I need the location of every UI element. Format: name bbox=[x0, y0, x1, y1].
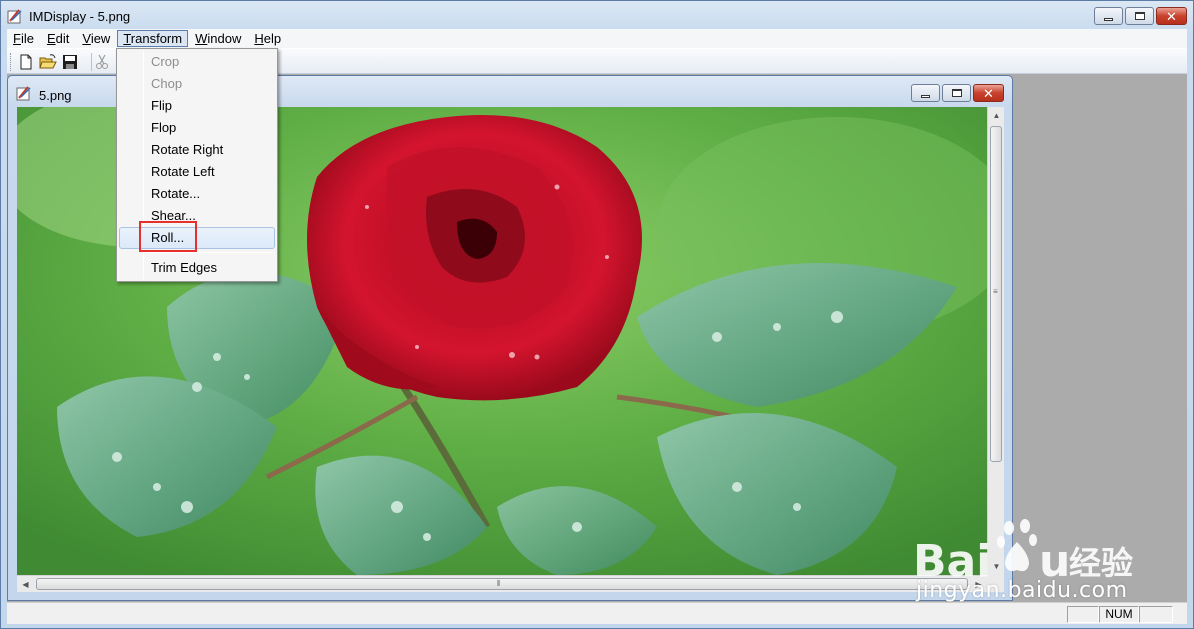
save-disk-icon bbox=[63, 55, 77, 69]
menu-file[interactable]: File bbox=[7, 30, 40, 47]
cut-scissors-icon bbox=[96, 54, 108, 69]
grip-icon: ≡ bbox=[993, 287, 998, 296]
open-folder-icon bbox=[39, 54, 57, 69]
menu-view[interactable]: View bbox=[76, 30, 116, 47]
child-close-button[interactable]: ✕ bbox=[973, 84, 1004, 102]
menu-help-label: elp bbox=[263, 31, 282, 46]
menu-separator bbox=[147, 252, 273, 253]
menu-edit-mnemonic: E bbox=[46, 31, 56, 46]
window-controls: ✕ bbox=[1092, 7, 1187, 25]
window-title: IMDisplay - 5.png bbox=[29, 9, 131, 24]
menu-window-label: indow bbox=[207, 31, 242, 46]
child-minimize-button[interactable] bbox=[911, 84, 940, 102]
menu-help-mnemonic: H bbox=[254, 31, 264, 46]
open-button[interactable] bbox=[39, 53, 57, 71]
grip-icon: ⦀ bbox=[497, 579, 501, 588]
new-button[interactable] bbox=[17, 53, 35, 71]
image-document-icon bbox=[16, 86, 31, 101]
app-window: IMDisplay - 5.png ✕ File Edit View Trans… bbox=[0, 0, 1194, 629]
annotation-highlight-box bbox=[139, 221, 197, 252]
menu-transform-mnemonic: T bbox=[123, 31, 131, 46]
close-icon: ✕ bbox=[983, 85, 994, 101]
menu-view-label: iew bbox=[90, 31, 111, 46]
menu-file-label: ile bbox=[20, 31, 34, 46]
new-file-icon bbox=[20, 54, 32, 70]
vertical-scroll-thumb[interactable]: ≡ bbox=[990, 126, 1002, 462]
menu-edit[interactable]: Edit bbox=[41, 30, 75, 47]
child-window-title: 5.png bbox=[39, 88, 72, 103]
toolbar-grip[interactable] bbox=[10, 53, 13, 71]
menu-item-rotate[interactable]: Rotate... bbox=[119, 183, 275, 205]
horizontal-scrollbar[interactable]: ◀ ⦀ ▶ bbox=[17, 575, 987, 592]
menu-transform-label: ransform bbox=[130, 31, 183, 46]
title-bar[interactable]: IMDisplay - 5.png ✕ bbox=[1, 1, 1193, 31]
menu-window[interactable]: Window bbox=[189, 30, 247, 47]
scroll-up-arrow-icon[interactable]: ▲ bbox=[988, 107, 1005, 124]
minimize-icon bbox=[1104, 17, 1113, 21]
horizontal-scroll-thumb[interactable]: ⦀ bbox=[36, 578, 968, 590]
menu-bar: File Edit View Transform Window Help bbox=[7, 29, 1187, 48]
menu-help[interactable]: Help bbox=[248, 30, 287, 47]
menu-transform[interactable]: Transform bbox=[117, 30, 189, 47]
menu-item-chop[interactable]: Chop bbox=[119, 73, 275, 95]
maximize-icon bbox=[951, 89, 962, 97]
menu-item-trim-edges[interactable]: Trim Edges bbox=[119, 257, 275, 279]
menu-view-mnemonic: V bbox=[82, 31, 91, 46]
child-maximize-button[interactable] bbox=[942, 84, 971, 102]
menu-file-mnemonic: F bbox=[13, 31, 21, 46]
menu-item-flip[interactable]: Flip bbox=[119, 95, 275, 117]
save-button[interactable] bbox=[61, 53, 79, 71]
toolbar-separator bbox=[91, 53, 92, 71]
close-icon: ✕ bbox=[1166, 8, 1177, 24]
cut-button[interactable] bbox=[93, 53, 111, 71]
watermark-url: jingyan.baidu.com bbox=[916, 578, 1128, 603]
watermark-brand-cn: 经验 bbox=[1069, 544, 1133, 582]
menu-item-rotate-left[interactable]: Rotate Left bbox=[119, 161, 275, 183]
scroll-left-arrow-icon[interactable]: ◀ bbox=[17, 576, 34, 593]
menu-window-mnemonic: W bbox=[195, 31, 208, 46]
minimize-button[interactable] bbox=[1094, 7, 1123, 25]
app-icon bbox=[7, 9, 22, 24]
child-window-controls: ✕ bbox=[909, 84, 1004, 102]
minimize-icon bbox=[921, 94, 930, 98]
maximize-icon bbox=[1134, 12, 1145, 20]
menu-edit-label: dit bbox=[55, 31, 70, 46]
menu-item-flop[interactable]: Flop bbox=[119, 117, 275, 139]
close-button[interactable]: ✕ bbox=[1156, 7, 1187, 25]
maximize-button[interactable] bbox=[1125, 7, 1154, 25]
menu-item-crop[interactable]: Crop bbox=[119, 51, 275, 73]
menu-item-rotate-right[interactable]: Rotate Right bbox=[119, 139, 275, 161]
